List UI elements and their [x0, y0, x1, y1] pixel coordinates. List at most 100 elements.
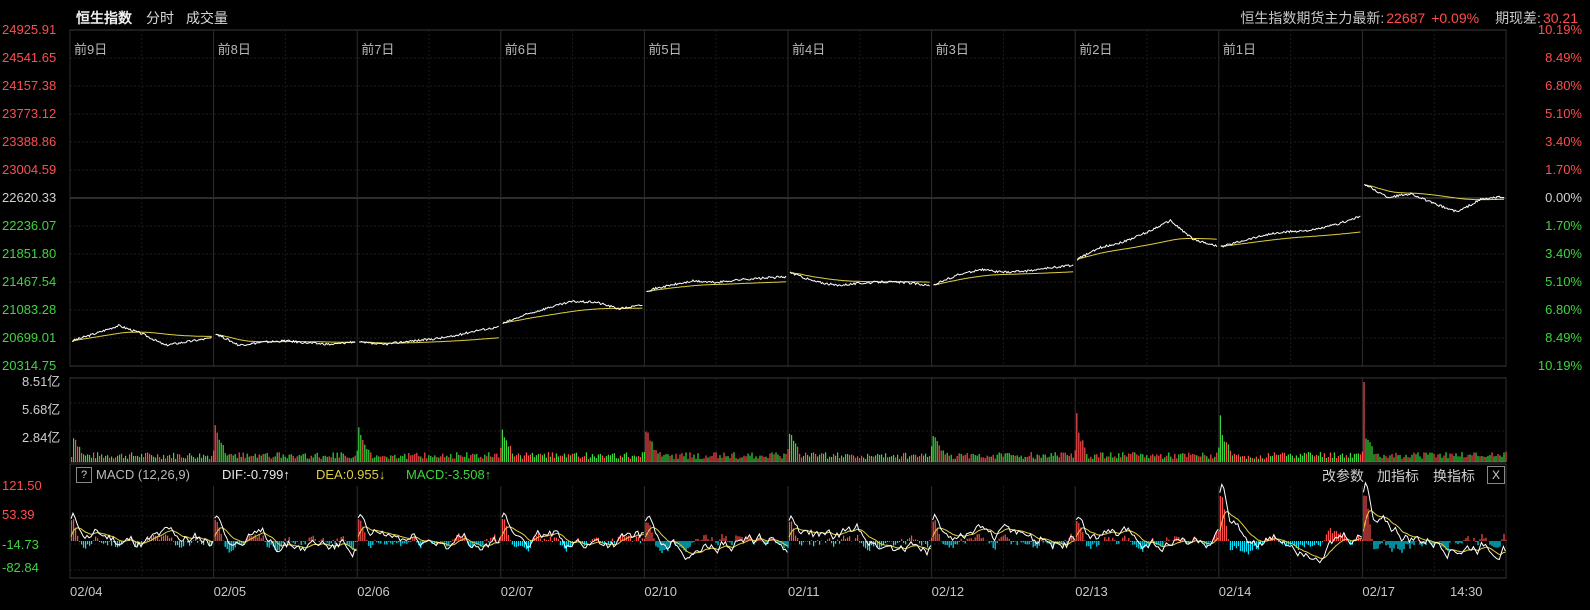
volume-bar: [394, 454, 396, 462]
macd-bar: [1357, 535, 1359, 541]
macd-bar: [444, 541, 446, 543]
volume-bar: [246, 453, 248, 462]
futures-info: 恒生指数期货主力最新: 22687 +0.09% 期现差: 30.21: [1240, 8, 1578, 28]
avg-price-line: [1076, 237, 1217, 261]
volume-bar: [960, 453, 962, 462]
macd-bar: [541, 541, 543, 542]
volume-bar: [791, 434, 793, 462]
volume-bar: [310, 455, 312, 462]
macd-bar: [811, 540, 813, 541]
help-icon[interactable]: ?: [76, 467, 92, 483]
switch-indicator-button[interactable]: 换指标: [1433, 466, 1475, 486]
macd-bar: [107, 541, 109, 546]
volume-bar: [883, 457, 885, 462]
macd-bar: [386, 541, 388, 545]
volume-bar: [527, 455, 529, 462]
volume-bar: [372, 458, 374, 462]
volume-bar: [1030, 452, 1032, 462]
volume-bar: [1202, 452, 1204, 462]
macd-bar: [940, 541, 942, 542]
macd-bar: [691, 541, 693, 543]
volume-bar: [934, 437, 936, 462]
x-axis-label: 02/14: [1218, 584, 1252, 599]
macd-bar: [964, 541, 966, 544]
volume-bar: [1020, 455, 1022, 462]
tab-volume[interactable]: 成交量: [186, 8, 228, 28]
macd-bar: [1375, 541, 1377, 550]
volume-bar: [1196, 455, 1198, 462]
macd-bar: [1479, 539, 1481, 541]
tab-minute[interactable]: 分时: [146, 8, 174, 28]
volume-bar: [733, 452, 735, 462]
macd-bar: [701, 539, 703, 541]
price-axis-left-label: 23004.59: [2, 162, 57, 177]
volume-bar: [101, 454, 103, 462]
macd-bar: [627, 535, 629, 541]
volume-bar: [940, 450, 942, 462]
volume-bar: [531, 452, 533, 462]
volume-bar: [416, 452, 418, 462]
volume-bar: [731, 453, 733, 462]
volume-bar: [189, 453, 191, 462]
macd-bar: [547, 539, 549, 541]
macd-bar: [917, 540, 919, 541]
macd-bar: [103, 541, 105, 544]
macd-bar: [1036, 541, 1038, 549]
index-title[interactable]: 恒生指数: [76, 8, 132, 28]
volume-bar: [75, 439, 77, 462]
volume-bar: [1491, 452, 1493, 462]
volume-bar: [567, 454, 569, 462]
volume-bar: [1237, 454, 1239, 462]
volume-bar: [302, 454, 304, 462]
volume-bar: [1080, 441, 1082, 462]
change-params-button[interactable]: 改参数: [1322, 466, 1364, 486]
macd-bar: [555, 537, 557, 541]
volume-bar: [942, 450, 944, 462]
day-label: 前3日: [935, 42, 969, 57]
volume-bar: [1441, 457, 1443, 462]
macd-bar: [849, 536, 851, 541]
volume-bar: [751, 452, 753, 462]
macd-bar: [1491, 541, 1493, 546]
volume-bar: [472, 453, 474, 462]
volume-bar: [1008, 453, 1010, 462]
volume-bar: [729, 457, 731, 462]
volume-bar: [342, 453, 344, 462]
volume-bar: [1453, 456, 1455, 462]
volume-bar: [629, 458, 631, 462]
volume-bar: [1126, 456, 1128, 462]
volume-bar: [256, 457, 258, 462]
close-icon[interactable]: X: [1487, 466, 1505, 484]
macd-bar: [735, 535, 737, 541]
macd-bar: [1008, 538, 1010, 541]
volume-bar: [1060, 452, 1062, 462]
macd-bar: [1373, 541, 1375, 550]
macd-bar: [266, 541, 268, 547]
volume-bar: [665, 454, 667, 462]
volume-bar: [545, 457, 547, 462]
volume-bar: [496, 453, 498, 462]
macd-bar: [344, 540, 346, 541]
macd-bar: [1321, 541, 1323, 543]
volume-bar: [533, 456, 535, 462]
volume-bar: [689, 452, 691, 462]
volume-bar: [1170, 456, 1172, 462]
add-indicator-button[interactable]: 加指标: [1377, 466, 1419, 486]
macd-bar: [338, 541, 340, 543]
macd-bar: [787, 541, 789, 549]
volume-bar: [87, 454, 89, 462]
volume-bar: [1014, 455, 1016, 462]
macd-bar: [1142, 541, 1144, 552]
macd-bar: [1393, 541, 1395, 549]
macd-bar: [511, 541, 513, 545]
price-axis-right-label: 6.80%: [1545, 78, 1582, 93]
volume-bar: [954, 458, 956, 462]
macd-bar: [372, 541, 374, 545]
volume-bar: [318, 457, 320, 462]
macd-bar: [841, 539, 843, 541]
volume-bar: [336, 452, 338, 462]
volume-bar: [705, 455, 707, 462]
volume-bar: [109, 457, 111, 462]
macd-bar: [801, 541, 803, 546]
volume-bar: [482, 458, 484, 462]
